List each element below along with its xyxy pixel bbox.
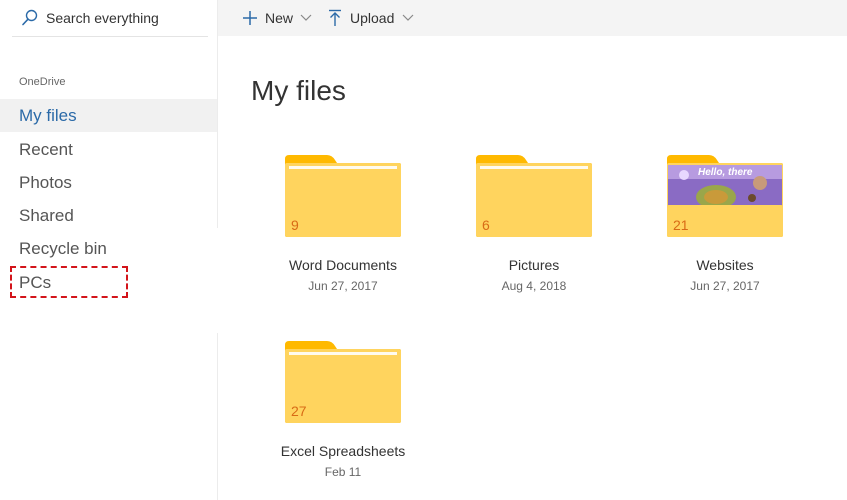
folder-icon: 9 [283, 155, 403, 237]
sidebar-item-label: Recycle bin [19, 238, 107, 258]
search-icon [20, 8, 40, 28]
search-placeholder: Search everything [46, 10, 159, 26]
upload-arrow-icon [328, 9, 342, 27]
page-title: My files [251, 75, 346, 106]
folder-name: Word Documents [289, 257, 397, 273]
new-button-label: New [265, 10, 294, 26]
folder-name: Excel Spreadsheets [280, 443, 406, 459]
folder-tile[interactable]: 9 Word Documents Jun 27, 2017 [263, 155, 423, 293]
folder-tile[interactable]: Hello, there 21 Websites Jun 27, 2017 [645, 155, 805, 293]
chevron-down-icon [402, 14, 414, 22]
sidebar-item-label: My files [19, 105, 77, 125]
upload-button[interactable]: Upload [324, 0, 418, 36]
folder-date: Jun 27, 2017 [308, 279, 378, 293]
item-count: 27 [291, 403, 307, 419]
sidebar-item-recycle-bin[interactable]: Recycle bin [0, 232, 217, 265]
sidebar-item-label: Recent [19, 139, 73, 159]
sidebar-item-label: Photos [19, 172, 72, 192]
folder-date: Feb 11 [324, 465, 362, 479]
folder-date: Aug 4, 2018 [501, 279, 567, 293]
sidebar-item-my-files[interactable]: My files [0, 99, 217, 132]
folder-tile[interactable]: 6 Pictures Aug 4, 2018 [454, 155, 614, 293]
folder-date: Jun 27, 2017 [690, 279, 760, 293]
item-count: 6 [482, 217, 490, 233]
folder-icon: 27 [283, 341, 403, 423]
highlight-box [10, 266, 128, 298]
sidebar-section-title: OneDrive [19, 76, 66, 88]
sidebar-item-label: Shared [19, 205, 74, 225]
folder-name: Websites [696, 257, 754, 273]
folder-name: Pictures [508, 257, 560, 273]
folder-icon: Hello, there 21 [665, 155, 785, 237]
sidebar-item-recent[interactable]: Recent [0, 133, 217, 166]
item-count: 9 [291, 217, 299, 233]
item-count: 21 [673, 217, 689, 233]
upload-button-label: Upload [350, 10, 395, 26]
command-bar: New Upload [218, 0, 847, 36]
sidebar-item-photos[interactable]: Photos [0, 166, 217, 199]
new-button[interactable]: New [238, 0, 316, 36]
folder-icon: 6 [474, 155, 594, 237]
search-box[interactable]: Search everything [12, 0, 208, 37]
sidebar-item-shared[interactable]: Shared [0, 199, 217, 232]
sidebar: Search everything OneDrive My files Rece… [0, 0, 217, 500]
chevron-down-icon [300, 14, 312, 22]
folder-tile[interactable]: 27 Excel Spreadsheets Feb 11 [263, 341, 423, 479]
plus-icon [242, 10, 258, 26]
